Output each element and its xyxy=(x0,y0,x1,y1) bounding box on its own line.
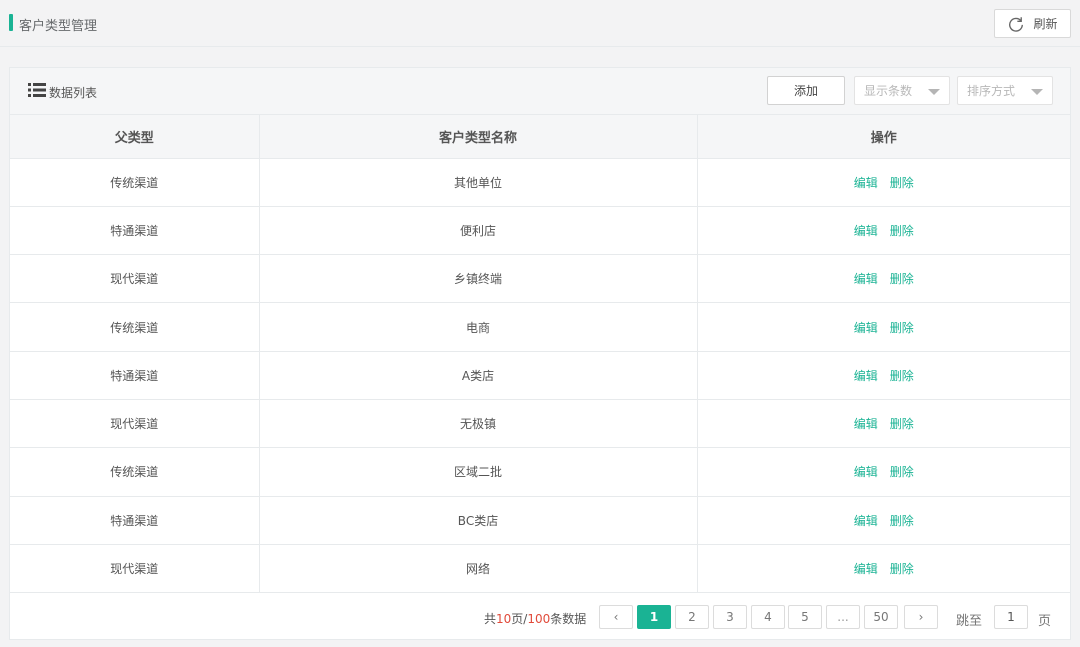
table-row: 特通渠道 A类店 编辑 删除 xyxy=(10,351,1070,400)
cell-parent-type: 现代渠道 xyxy=(10,254,260,304)
table-row: 现代渠道 无极镇 编辑 删除 xyxy=(10,399,1070,449)
column-header-actions: 操作 xyxy=(697,115,1070,159)
table-row: 特通渠道 BC类店 编辑 删除 xyxy=(10,496,1070,545)
delete-link[interactable]: 删除 xyxy=(890,514,914,528)
table-header-row: 父类型 客户类型名称 操作 xyxy=(10,115,1070,159)
cell-type-name: A类店 xyxy=(259,351,698,400)
total-pages-count: 10 xyxy=(496,612,512,626)
table-row: 现代渠道 网络 编辑 删除 xyxy=(10,544,1070,594)
delete-link[interactable]: 删除 xyxy=(890,321,914,335)
cell-type-name: 电商 xyxy=(259,302,698,352)
page-button-2[interactable]: 2 xyxy=(675,605,709,629)
pagination-summary: 共10页/100条数据 xyxy=(484,610,586,627)
cell-actions: 编辑 删除 xyxy=(697,351,1070,400)
edit-link[interactable]: 编辑 xyxy=(854,417,878,431)
summary-records-unit: 条数据 xyxy=(550,612,587,626)
cell-type-name: BC类店 xyxy=(259,496,698,545)
page-button-1[interactable]: 1 xyxy=(637,605,671,629)
cell-type-name: 无极镇 xyxy=(259,399,698,449)
delete-link[interactable]: 删除 xyxy=(890,417,914,431)
panel-title: 数据列表 xyxy=(49,86,98,100)
cell-parent-type: 特通渠道 xyxy=(10,206,260,256)
refresh-button-label: 刷新 xyxy=(1033,17,1058,31)
column-header-type-name: 客户类型名称 xyxy=(259,115,698,159)
table-row: 传统渠道 电商 编辑 删除 xyxy=(10,302,1070,352)
cell-parent-type: 特通渠道 xyxy=(10,351,260,400)
cell-type-name: 其他单位 xyxy=(259,158,698,207)
edit-link[interactable]: 编辑 xyxy=(854,176,878,190)
summary-pages-unit: 页/ xyxy=(511,612,528,626)
page-button-3[interactable]: 3 xyxy=(713,605,747,629)
jump-to-label: 跳至 xyxy=(956,614,983,629)
cell-actions: 编辑 删除 xyxy=(697,302,1070,352)
total-records-count: 100 xyxy=(527,612,551,626)
cell-parent-type: 现代渠道 xyxy=(10,544,260,594)
next-page-button[interactable]: › xyxy=(904,605,938,629)
edit-link[interactable]: 编辑 xyxy=(854,369,878,383)
cell-type-name: 区域二批 xyxy=(259,447,698,497)
delete-link[interactable]: 删除 xyxy=(890,465,914,479)
delete-link[interactable]: 删除 xyxy=(890,272,914,286)
delete-link[interactable]: 删除 xyxy=(890,224,914,238)
jump-page-suffix: 页 xyxy=(1038,614,1052,629)
sort-select[interactable]: 排序方式 xyxy=(957,76,1053,105)
cell-parent-type: 现代渠道 xyxy=(10,399,260,449)
cell-parent-type: 传统渠道 xyxy=(10,158,260,207)
cell-actions: 编辑 删除 xyxy=(697,399,1070,449)
column-header-parent-type: 父类型 xyxy=(10,115,260,159)
edit-link[interactable]: 编辑 xyxy=(854,272,878,286)
page-button-4[interactable]: 4 xyxy=(751,605,785,629)
delete-link[interactable]: 删除 xyxy=(890,562,914,576)
delete-link[interactable]: 删除 xyxy=(890,176,914,190)
table-row: 特通渠道 便利店 编辑 删除 xyxy=(10,206,1070,256)
data-list-panel: 数据列表 添加 显示条数 排序方式 父类型 客户类型名称 操作 传统渠道 其他单… xyxy=(9,67,1071,640)
edit-link[interactable]: 编辑 xyxy=(854,224,878,238)
page-size-select[interactable]: 显示条数 xyxy=(854,76,950,105)
pagination: 共10页/100条数据 ‹ 1 2 3 4 5 ... 50 › 跳至 页 xyxy=(10,593,1070,639)
cell-type-name: 网络 xyxy=(259,544,698,594)
table-row: 传统渠道 区域二批 编辑 删除 xyxy=(10,447,1070,497)
cell-actions: 编辑 删除 xyxy=(697,206,1070,256)
page-title: 客户类型管理 xyxy=(19,19,98,34)
refresh-icon xyxy=(1009,16,1024,32)
chevron-down-icon xyxy=(928,89,940,95)
cell-actions: 编辑 删除 xyxy=(697,544,1070,594)
prev-page-button[interactable]: ‹ xyxy=(599,605,633,629)
customer-type-table: 父类型 客户类型名称 操作 传统渠道 其他单位 编辑 删除 特通渠道 便利店 编辑… xyxy=(10,115,1070,594)
jump-page-input[interactable] xyxy=(994,605,1028,629)
table-row: 现代渠道 乡镇终端 编辑 删除 xyxy=(10,254,1070,304)
title-accent-bar xyxy=(9,14,13,31)
list-icon xyxy=(28,83,46,97)
table-row: 传统渠道 其他单位 编辑 删除 xyxy=(10,158,1070,207)
cell-parent-type: 传统渠道 xyxy=(10,447,260,497)
page-header: 客户类型管理 刷新 xyxy=(0,0,1080,47)
edit-link[interactable]: 编辑 xyxy=(854,465,878,479)
page-ellipsis: ... xyxy=(826,605,860,629)
cell-actions: 编辑 删除 xyxy=(697,496,1070,545)
cell-actions: 编辑 删除 xyxy=(697,158,1070,207)
sort-placeholder: 排序方式 xyxy=(967,84,1016,98)
page-button-5[interactable]: 5 xyxy=(788,605,822,629)
cell-type-name: 便利店 xyxy=(259,206,698,256)
refresh-button[interactable]: 刷新 xyxy=(994,9,1071,38)
cell-actions: 编辑 删除 xyxy=(697,254,1070,304)
panel-header: 数据列表 添加 显示条数 排序方式 xyxy=(10,68,1070,115)
delete-link[interactable]: 删除 xyxy=(890,369,914,383)
edit-link[interactable]: 编辑 xyxy=(854,514,878,528)
cell-type-name: 乡镇终端 xyxy=(259,254,698,304)
summary-prefix: 共 xyxy=(484,612,497,626)
cell-parent-type: 特通渠道 xyxy=(10,496,260,545)
edit-link[interactable]: 编辑 xyxy=(854,321,878,335)
cell-actions: 编辑 删除 xyxy=(697,447,1070,497)
cell-parent-type: 传统渠道 xyxy=(10,302,260,352)
page-button-50[interactable]: 50 xyxy=(864,605,898,629)
edit-link[interactable]: 编辑 xyxy=(854,562,878,576)
add-button[interactable]: 添加 xyxy=(767,76,845,105)
chevron-down-icon xyxy=(1031,89,1043,95)
page-size-placeholder: 显示条数 xyxy=(864,84,913,98)
